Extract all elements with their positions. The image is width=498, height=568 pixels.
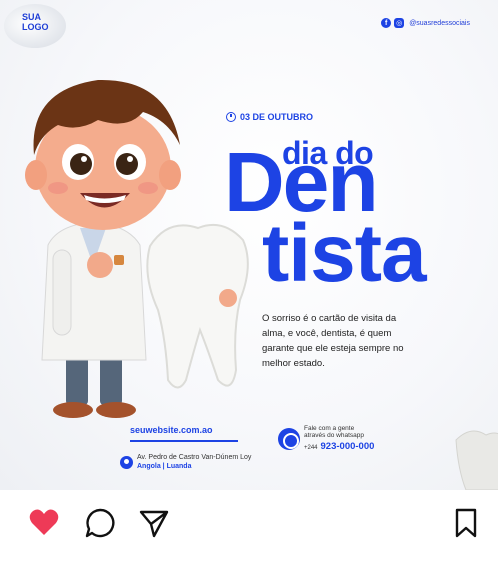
bookmark-icon[interactable] <box>450 507 482 539</box>
share-icon[interactable] <box>138 507 170 539</box>
dentist-character-illustration <box>25 79 249 418</box>
quote-text: O sorriso é o cartão de visita da alma, … <box>262 313 404 369</box>
heart-icon[interactable] <box>28 507 60 539</box>
whatsapp-label-1: Fale com a gente <box>304 425 355 432</box>
social-handle: f ◎ @suasredessociais <box>381 18 470 28</box>
address-line-1: Av. Pedro de Castro Van-Dúnem Loy <box>137 454 252 461</box>
whatsapp-icon <box>278 428 300 450</box>
whatsapp-label: Fale com a gente através do whatsapp <box>304 425 364 439</box>
logo-line-1: SUA <box>22 12 42 22</box>
website-text: seuwebsite.com.ao <box>130 425 213 435</box>
brand-logo: SUA LOGO <box>22 12 49 32</box>
post-action-bar <box>0 490 498 568</box>
comment-icon[interactable] <box>84 507 116 539</box>
facebook-icon: f <box>381 18 392 28</box>
instagram-icon: ◎ <box>394 18 405 28</box>
phone-number: +244 923-000-000 <box>304 441 374 452</box>
title-big-line-2: tista <box>262 208 427 299</box>
logo-line-2: LOGO <box>22 22 49 32</box>
phone-digits: 923-000-000 <box>320 441 375 452</box>
location-pin-icon <box>120 456 133 469</box>
tooth-decoration <box>455 430 498 490</box>
phone-prefix: +244 <box>304 445 318 451</box>
website-underline <box>130 440 238 442</box>
social-handle-text: @suasredessociais <box>409 19 470 27</box>
address-line-2: Angola | Luanda <box>137 463 192 470</box>
address: Av. Pedro de Castro Van-Dúnem Loy Angola… <box>137 453 251 471</box>
post-image[interactable]: SUA LOGO f ◎ @suasredessociais 03 DE OUT… <box>0 0 498 490</box>
whatsapp-label-2: através do whatsapp <box>304 432 364 439</box>
